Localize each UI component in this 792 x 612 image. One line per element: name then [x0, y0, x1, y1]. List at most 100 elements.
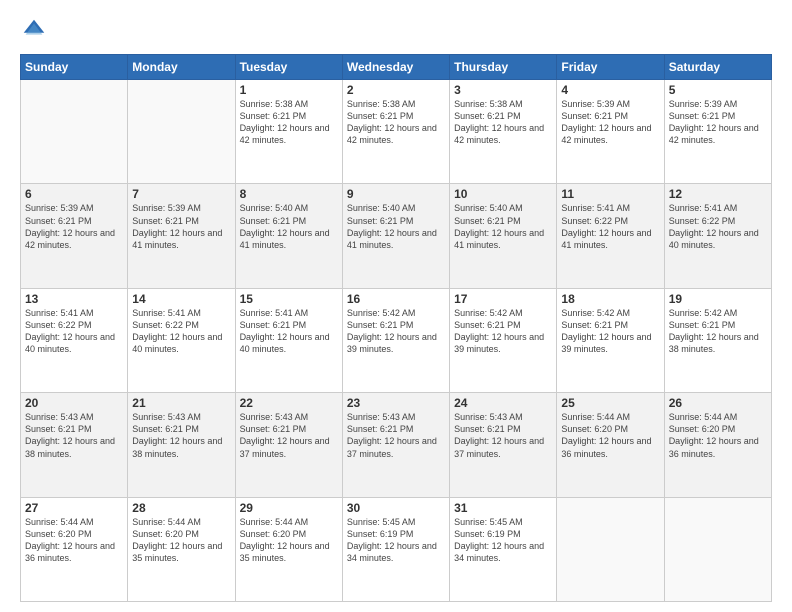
- calendar-cell: 1Sunrise: 5:38 AM Sunset: 6:21 PM Daylig…: [235, 80, 342, 184]
- day-info: Sunrise: 5:42 AM Sunset: 6:21 PM Dayligh…: [561, 307, 659, 356]
- weekday-header-monday: Monday: [128, 55, 235, 80]
- day-number: 15: [240, 292, 338, 306]
- day-info: Sunrise: 5:42 AM Sunset: 6:21 PM Dayligh…: [669, 307, 767, 356]
- day-info: Sunrise: 5:41 AM Sunset: 6:22 PM Dayligh…: [132, 307, 230, 356]
- page: SundayMondayTuesdayWednesdayThursdayFrid…: [0, 0, 792, 612]
- day-info: Sunrise: 5:45 AM Sunset: 6:19 PM Dayligh…: [454, 516, 552, 565]
- calendar-cell: 31Sunrise: 5:45 AM Sunset: 6:19 PM Dayli…: [450, 497, 557, 601]
- day-number: 5: [669, 83, 767, 97]
- day-number: 13: [25, 292, 123, 306]
- day-info: Sunrise: 5:40 AM Sunset: 6:21 PM Dayligh…: [240, 202, 338, 251]
- day-number: 12: [669, 187, 767, 201]
- day-number: 10: [454, 187, 552, 201]
- day-info: Sunrise: 5:43 AM Sunset: 6:21 PM Dayligh…: [25, 411, 123, 460]
- calendar-week-3: 13Sunrise: 5:41 AM Sunset: 6:22 PM Dayli…: [21, 288, 772, 392]
- calendar-cell: 7Sunrise: 5:39 AM Sunset: 6:21 PM Daylig…: [128, 184, 235, 288]
- calendar-cell: 25Sunrise: 5:44 AM Sunset: 6:20 PM Dayli…: [557, 393, 664, 497]
- day-number: 23: [347, 396, 445, 410]
- calendar-cell: 30Sunrise: 5:45 AM Sunset: 6:19 PM Dayli…: [342, 497, 449, 601]
- day-number: 30: [347, 501, 445, 515]
- day-number: 21: [132, 396, 230, 410]
- day-number: 1: [240, 83, 338, 97]
- calendar-cell: 13Sunrise: 5:41 AM Sunset: 6:22 PM Dayli…: [21, 288, 128, 392]
- calendar-cell: 8Sunrise: 5:40 AM Sunset: 6:21 PM Daylig…: [235, 184, 342, 288]
- day-number: 6: [25, 187, 123, 201]
- day-info: Sunrise: 5:40 AM Sunset: 6:21 PM Dayligh…: [347, 202, 445, 251]
- day-info: Sunrise: 5:43 AM Sunset: 6:21 PM Dayligh…: [240, 411, 338, 460]
- day-number: 4: [561, 83, 659, 97]
- day-number: 14: [132, 292, 230, 306]
- header: [20, 16, 772, 44]
- day-number: 9: [347, 187, 445, 201]
- calendar-cell: [128, 80, 235, 184]
- day-number: 2: [347, 83, 445, 97]
- calendar-cell: 9Sunrise: 5:40 AM Sunset: 6:21 PM Daylig…: [342, 184, 449, 288]
- day-info: Sunrise: 5:39 AM Sunset: 6:21 PM Dayligh…: [669, 98, 767, 147]
- calendar-cell: 27Sunrise: 5:44 AM Sunset: 6:20 PM Dayli…: [21, 497, 128, 601]
- calendar-week-5: 27Sunrise: 5:44 AM Sunset: 6:20 PM Dayli…: [21, 497, 772, 601]
- day-number: 22: [240, 396, 338, 410]
- calendar-cell: 11Sunrise: 5:41 AM Sunset: 6:22 PM Dayli…: [557, 184, 664, 288]
- calendar-cell: 5Sunrise: 5:39 AM Sunset: 6:21 PM Daylig…: [664, 80, 771, 184]
- calendar-cell: 2Sunrise: 5:38 AM Sunset: 6:21 PM Daylig…: [342, 80, 449, 184]
- calendar-cell: 16Sunrise: 5:42 AM Sunset: 6:21 PM Dayli…: [342, 288, 449, 392]
- day-number: 31: [454, 501, 552, 515]
- calendar-cell: 29Sunrise: 5:44 AM Sunset: 6:20 PM Dayli…: [235, 497, 342, 601]
- day-number: 18: [561, 292, 659, 306]
- day-info: Sunrise: 5:45 AM Sunset: 6:19 PM Dayligh…: [347, 516, 445, 565]
- calendar-week-1: 1Sunrise: 5:38 AM Sunset: 6:21 PM Daylig…: [21, 80, 772, 184]
- weekday-header-wednesday: Wednesday: [342, 55, 449, 80]
- day-info: Sunrise: 5:44 AM Sunset: 6:20 PM Dayligh…: [25, 516, 123, 565]
- calendar-cell: 4Sunrise: 5:39 AM Sunset: 6:21 PM Daylig…: [557, 80, 664, 184]
- day-number: 29: [240, 501, 338, 515]
- day-number: 11: [561, 187, 659, 201]
- calendar-cell: 14Sunrise: 5:41 AM Sunset: 6:22 PM Dayli…: [128, 288, 235, 392]
- day-info: Sunrise: 5:41 AM Sunset: 6:22 PM Dayligh…: [561, 202, 659, 251]
- calendar-cell: [557, 497, 664, 601]
- day-number: 26: [669, 396, 767, 410]
- calendar-cell: 3Sunrise: 5:38 AM Sunset: 6:21 PM Daylig…: [450, 80, 557, 184]
- day-number: 19: [669, 292, 767, 306]
- day-info: Sunrise: 5:42 AM Sunset: 6:21 PM Dayligh…: [347, 307, 445, 356]
- weekday-header-friday: Friday: [557, 55, 664, 80]
- day-info: Sunrise: 5:43 AM Sunset: 6:21 PM Dayligh…: [347, 411, 445, 460]
- day-info: Sunrise: 5:38 AM Sunset: 6:21 PM Dayligh…: [454, 98, 552, 147]
- calendar: SundayMondayTuesdayWednesdayThursdayFrid…: [20, 54, 772, 602]
- day-info: Sunrise: 5:43 AM Sunset: 6:21 PM Dayligh…: [454, 411, 552, 460]
- calendar-cell: 21Sunrise: 5:43 AM Sunset: 6:21 PM Dayli…: [128, 393, 235, 497]
- calendar-cell: [664, 497, 771, 601]
- day-info: Sunrise: 5:40 AM Sunset: 6:21 PM Dayligh…: [454, 202, 552, 251]
- calendar-cell: 26Sunrise: 5:44 AM Sunset: 6:20 PM Dayli…: [664, 393, 771, 497]
- day-number: 20: [25, 396, 123, 410]
- day-info: Sunrise: 5:39 AM Sunset: 6:21 PM Dayligh…: [132, 202, 230, 251]
- calendar-cell: 24Sunrise: 5:43 AM Sunset: 6:21 PM Dayli…: [450, 393, 557, 497]
- calendar-cell: 12Sunrise: 5:41 AM Sunset: 6:22 PM Dayli…: [664, 184, 771, 288]
- weekday-header-saturday: Saturday: [664, 55, 771, 80]
- day-info: Sunrise: 5:38 AM Sunset: 6:21 PM Dayligh…: [240, 98, 338, 147]
- calendar-cell: 15Sunrise: 5:41 AM Sunset: 6:21 PM Dayli…: [235, 288, 342, 392]
- weekday-header-tuesday: Tuesday: [235, 55, 342, 80]
- logo-icon: [20, 16, 48, 44]
- day-number: 27: [25, 501, 123, 515]
- day-info: Sunrise: 5:41 AM Sunset: 6:22 PM Dayligh…: [25, 307, 123, 356]
- day-number: 24: [454, 396, 552, 410]
- calendar-week-4: 20Sunrise: 5:43 AM Sunset: 6:21 PM Dayli…: [21, 393, 772, 497]
- day-number: 3: [454, 83, 552, 97]
- day-info: Sunrise: 5:44 AM Sunset: 6:20 PM Dayligh…: [669, 411, 767, 460]
- day-number: 16: [347, 292, 445, 306]
- day-info: Sunrise: 5:44 AM Sunset: 6:20 PM Dayligh…: [240, 516, 338, 565]
- day-info: Sunrise: 5:43 AM Sunset: 6:21 PM Dayligh…: [132, 411, 230, 460]
- day-info: Sunrise: 5:41 AM Sunset: 6:22 PM Dayligh…: [669, 202, 767, 251]
- calendar-week-2: 6Sunrise: 5:39 AM Sunset: 6:21 PM Daylig…: [21, 184, 772, 288]
- logo: [20, 16, 52, 44]
- day-number: 25: [561, 396, 659, 410]
- calendar-cell: 10Sunrise: 5:40 AM Sunset: 6:21 PM Dayli…: [450, 184, 557, 288]
- weekday-header-thursday: Thursday: [450, 55, 557, 80]
- day-info: Sunrise: 5:38 AM Sunset: 6:21 PM Dayligh…: [347, 98, 445, 147]
- day-number: 8: [240, 187, 338, 201]
- calendar-cell: 19Sunrise: 5:42 AM Sunset: 6:21 PM Dayli…: [664, 288, 771, 392]
- day-number: 17: [454, 292, 552, 306]
- day-info: Sunrise: 5:39 AM Sunset: 6:21 PM Dayligh…: [561, 98, 659, 147]
- day-info: Sunrise: 5:39 AM Sunset: 6:21 PM Dayligh…: [25, 202, 123, 251]
- calendar-cell: 20Sunrise: 5:43 AM Sunset: 6:21 PM Dayli…: [21, 393, 128, 497]
